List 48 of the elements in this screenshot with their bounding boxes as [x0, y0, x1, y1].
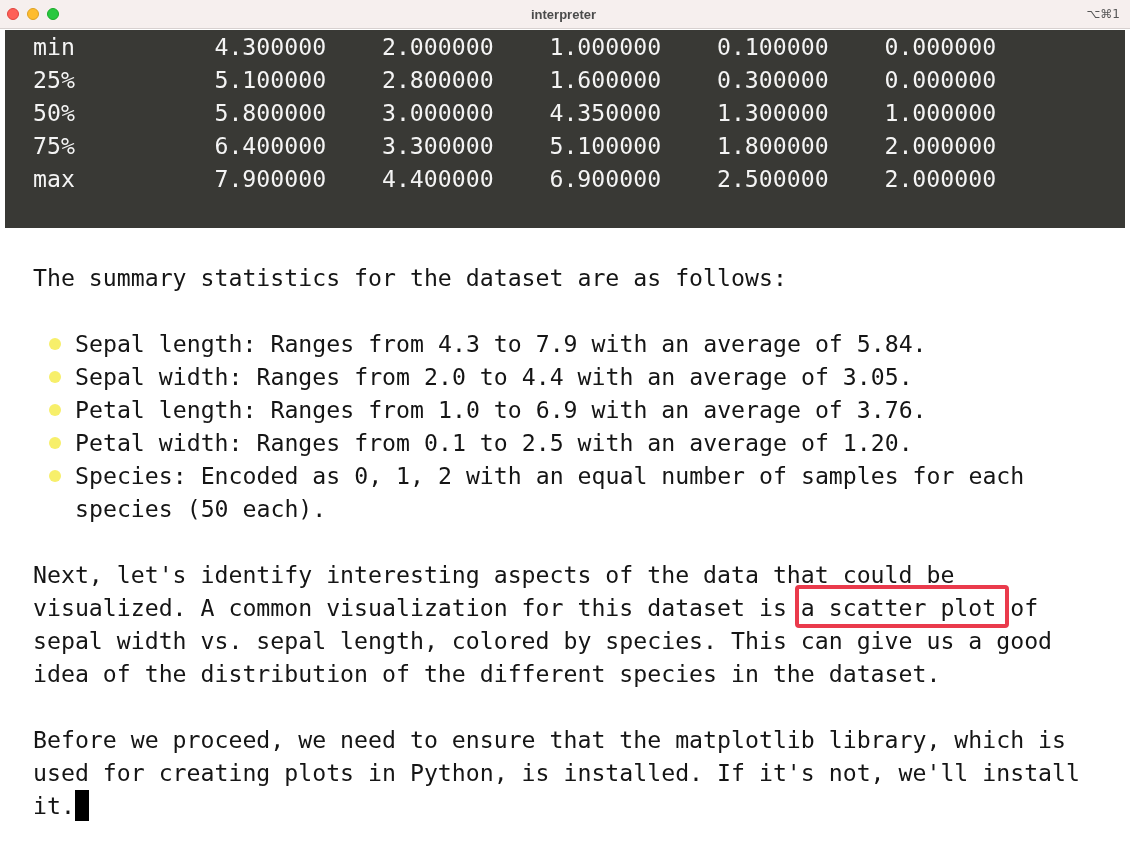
- table-cell-text: 0.100000: [716, 32, 829, 62]
- window-title: interpreter: [531, 6, 596, 22]
- table-cell-text: 1.300000: [716, 98, 829, 128]
- table-cell-text: 2.500000: [716, 164, 829, 194]
- table-cell-text: 7.900000: [214, 164, 327, 194]
- table-cell-text: 1.000000: [549, 32, 662, 62]
- row-label: 75%: [33, 131, 75, 161]
- row-label: min: [33, 32, 75, 62]
- table-cell-text: 6.400000: [214, 131, 327, 161]
- bullet-icon: [49, 469, 61, 482]
- table-cell-text: 1.000000: [884, 98, 997, 128]
- table-cell-text: 1.600000: [549, 65, 662, 95]
- bullet-icon: [49, 436, 61, 449]
- paragraph-text: Before we proceed, we need to ensure that the matplotlib library, which is used for creating plots in Python, is installed. If it's not, we'll install it.: [33, 725, 1081, 822]
- bullet-icon: [49, 337, 61, 350]
- minimize-button[interactable]: [27, 8, 39, 20]
- table-cell-text: 5.100000: [549, 131, 662, 161]
- shortcut-label: ⌥⌘1: [1086, 7, 1120, 21]
- table-cell-text: 2.000000: [884, 164, 997, 194]
- table-cell-text: 3.000000: [381, 98, 494, 128]
- zoom-button[interactable]: [47, 8, 59, 20]
- bullet-icon: [49, 370, 61, 383]
- table-cell-text: 2.000000: [381, 32, 494, 62]
- row-label: max: [33, 164, 75, 194]
- table-cell-text: 0.300000: [716, 65, 829, 95]
- paragraph-text: Next, let's identify interesting aspects of the data that could be visualized. A common visualization for this dataset is a scatter plot of sepal width vs. sepal length, colored by species. This can give us a good idea of the distribution of the different species in the dataset.: [33, 560, 1054, 689]
- table-cell-text: 3.300000: [381, 131, 494, 161]
- table-cell-text: 4.350000: [549, 98, 662, 128]
- table-cell-text: 2.800000: [381, 65, 494, 95]
- row-label: 25%: [33, 65, 75, 95]
- paragraph-text: The summary statistics for the dataset are as follows:: [33, 263, 788, 293]
- list-item-text: Sepal length: Ranges from 4.3 to 7.9 with an average of 5.84.: [75, 329, 928, 359]
- close-button[interactable]: [7, 8, 19, 20]
- table-cell-text: 4.300000: [214, 32, 327, 62]
- table-cell-text: 0.000000: [884, 32, 997, 62]
- table-cell-text: 6.900000: [549, 164, 662, 194]
- table-cell-text: 0.000000: [884, 65, 997, 95]
- row-label: 50%: [33, 98, 75, 128]
- list-item-text: Species: Encoded as 0, 1, 2 with an equal number of samples for each species (50 each).: [75, 461, 1026, 524]
- list-item-text: Sepal width: Ranges from 2.0 to 4.4 with an average of 3.05.: [75, 362, 914, 392]
- table-cell-text: 4.400000: [381, 164, 494, 194]
- list-item-text: Petal width: Ranges from 0.1 to 2.5 with an average of 1.20.: [75, 428, 914, 458]
- table-cell-text: 5.800000: [214, 98, 327, 128]
- bullet-icon: [49, 403, 61, 416]
- table-cell-text: 1.800000: [716, 131, 829, 161]
- table-cell-text: 5.100000: [214, 65, 327, 95]
- table-cell-text: 2.000000: [884, 131, 997, 161]
- list-item-text: Petal length: Ranges from 1.0 to 6.9 with an average of 3.76.: [75, 395, 928, 425]
